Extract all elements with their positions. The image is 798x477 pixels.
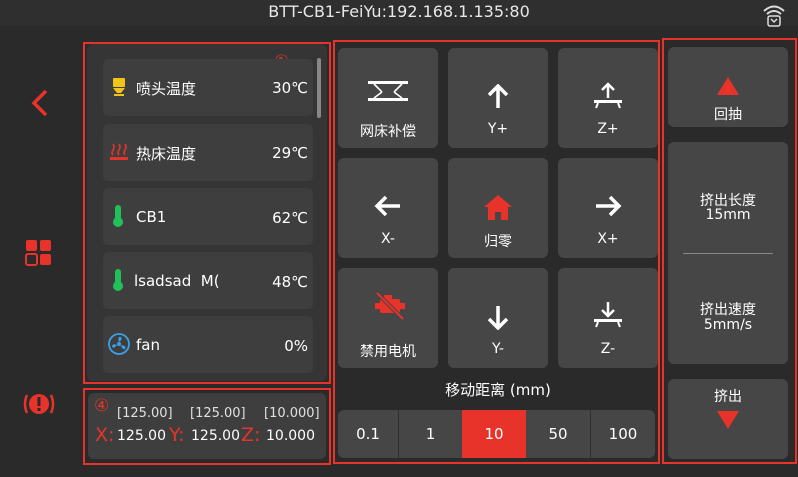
stat-value-sensor: 48℃ (272, 273, 308, 291)
extrude-speed-value[interactable]: 5mm/s (668, 317, 788, 333)
home-label: 归零 (484, 234, 512, 250)
stat-label-fan: fan (136, 336, 160, 354)
fan-icon (108, 333, 130, 355)
stats-scrollbar[interactable] (317, 58, 321, 118)
wifi-icon[interactable] (760, 2, 788, 28)
bed-down-icon (592, 301, 624, 329)
arrow-down-icon (486, 304, 510, 331)
arrow-left-icon (374, 194, 402, 218)
disable-motors-label: 禁用电机 (360, 344, 416, 360)
arrow-up-icon (486, 83, 510, 110)
z-minus-label: Z- (600, 341, 616, 357)
extrude-label: 挤出 (714, 389, 742, 405)
bed-up-icon (592, 82, 624, 110)
divider (683, 253, 773, 254)
bed-mesh-icon (366, 80, 410, 102)
y-value: 125.00 (191, 428, 240, 444)
step-option-50[interactable]: 50 (526, 410, 590, 458)
bed-mesh-label: 网床补偿 (360, 124, 416, 140)
y-target: [125.00] (190, 406, 246, 421)
window-title: BTT-CB1-FeiYu:192.168.1.135:80 (268, 2, 530, 21)
x-target: [125.00] (117, 406, 173, 421)
stat-value-nozzle: 30℃ (272, 79, 308, 97)
z-value: 10.000 (266, 428, 315, 444)
step-option-10-selected[interactable]: 10 (462, 410, 526, 458)
stat-value-fan: 0% (284, 337, 308, 355)
step-option-100[interactable]: 100 (591, 410, 655, 458)
z-axis-label: Z: (241, 424, 261, 446)
heated-bed-icon (109, 142, 129, 162)
move-distance-label: 移动距离 (mm) (445, 381, 551, 399)
home-icon (483, 193, 513, 221)
stat-value-cb1: 62℃ (272, 209, 308, 227)
y-plus-label: Y+ (487, 121, 509, 137)
thermometer-icon (112, 204, 124, 228)
emergency-stop-icon[interactable] (22, 389, 56, 419)
menu-grid-icon[interactable] (25, 238, 53, 268)
thermometer-icon (112, 268, 124, 292)
y-minus-label: Y- (492, 341, 504, 357)
extrude-speed-label: 挤出速度 (700, 302, 756, 318)
motor-off-icon (374, 291, 406, 321)
back-icon[interactable] (28, 88, 50, 118)
stat-label-bed: 热床温度 (136, 145, 197, 163)
coords-panel-highlight (83, 388, 331, 465)
triangle-down-icon (716, 410, 740, 430)
x-value: 125.00 (117, 428, 166, 444)
extrude-length-value[interactable]: 15mm (668, 207, 788, 223)
stat-value-bed: 29℃ (272, 144, 308, 162)
retract-label: 回抽 (714, 107, 742, 123)
step-option-0.1[interactable]: 0.1 (338, 410, 398, 458)
nozzle-icon (111, 77, 127, 97)
stat-label-sensor: ⅼsadsad M( (134, 272, 220, 290)
arrow-right-icon (594, 194, 622, 218)
stat-label-nozzle: 喷头温度 (136, 80, 197, 98)
z-plus-label: Z+ (597, 121, 619, 137)
y-axis-label: Y: (169, 424, 185, 446)
stat-label-cb1: CB1 (136, 208, 167, 226)
x-minus-label: X- (381, 231, 395, 247)
marker-4: ④ (94, 396, 110, 416)
x-plus-label: X+ (597, 231, 619, 247)
triangle-up-icon (716, 76, 740, 96)
step-option-1[interactable]: 1 (399, 410, 462, 458)
x-axis-label: X: (95, 424, 115, 446)
z-target: [10.000] (264, 406, 320, 421)
